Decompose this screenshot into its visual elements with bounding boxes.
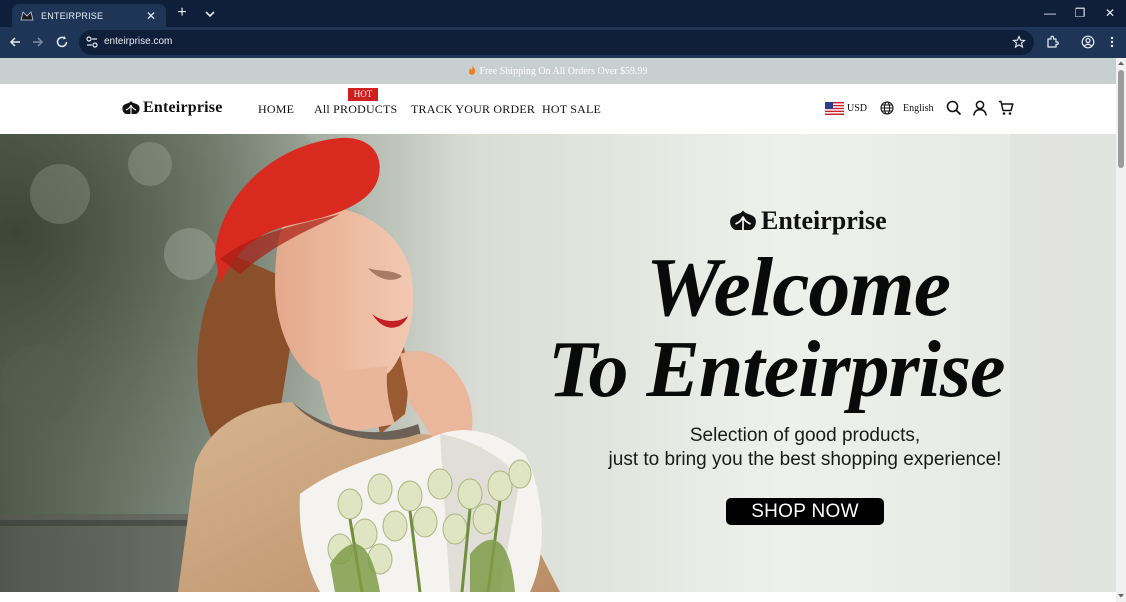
window-restore-button[interactable]: ❐ bbox=[1070, 4, 1090, 22]
hero-logo: Enteirprise bbox=[728, 206, 887, 236]
hero-tagline: Selection of good products, just to brin… bbox=[590, 424, 1020, 472]
announcement-bar: Free Shipping On All Orders Over $59.99 bbox=[0, 58, 1116, 84]
language-selector[interactable]: English bbox=[903, 103, 934, 114]
scroll-thumb[interactable] bbox=[1118, 70, 1124, 168]
shop-now-button[interactable]: SHOP NOW bbox=[726, 498, 884, 525]
site-logo[interactable]: Enteirprise bbox=[121, 99, 223, 117]
browser-tab-strip: ENTEIRPRISE ✕ + — ❐ ✕ bbox=[0, 0, 1126, 27]
forward-arrow-icon[interactable] bbox=[30, 34, 46, 50]
url-text[interactable]: enteirprise.com bbox=[104, 36, 172, 47]
account-icon[interactable] bbox=[972, 100, 988, 116]
site-info-icon[interactable] bbox=[85, 35, 99, 49]
hot-badge: HOT bbox=[348, 88, 378, 101]
globe-icon[interactable] bbox=[880, 101, 894, 115]
announcement-text: Free Shipping On All Orders Over $59.99 bbox=[468, 65, 648, 77]
hero-logo-text: Enteirprise bbox=[761, 206, 887, 235]
search-icon[interactable] bbox=[946, 100, 962, 116]
hero-logo-mark-icon bbox=[730, 210, 756, 230]
us-flag-icon[interactable] bbox=[825, 102, 844, 115]
tab-close-icon[interactable]: ✕ bbox=[144, 10, 158, 22]
browser-toolbar: enteirprise.com bbox=[0, 27, 1126, 58]
browser-menu-icon[interactable] bbox=[1104, 34, 1120, 50]
logo-text: Enteirprise bbox=[143, 99, 223, 116]
browser-tab[interactable]: ENTEIRPRISE ✕ bbox=[12, 4, 166, 27]
bookmark-star-icon[interactable] bbox=[1012, 35, 1026, 49]
profile-icon[interactable] bbox=[1080, 34, 1096, 50]
window-minimize-button[interactable]: — bbox=[1040, 4, 1060, 22]
hero-tagline-line1: Selection of good products, bbox=[689, 425, 921, 446]
site-header: Enteirprise HOME All PRODUCTS HOT TRACK … bbox=[0, 84, 1116, 134]
flame-icon bbox=[468, 65, 476, 75]
new-tab-button[interactable]: + bbox=[174, 5, 190, 21]
page-bottom-strip bbox=[0, 592, 1116, 602]
back-arrow-icon[interactable] bbox=[7, 34, 23, 50]
hero-headline-line2: To Enteirprise bbox=[548, 326, 1005, 414]
hero-banner: Enteirprise Welcome To Enteirprise Selec… bbox=[0, 134, 1116, 592]
scroll-up-arrow-icon[interactable] bbox=[1117, 60, 1125, 66]
reload-icon[interactable] bbox=[54, 34, 70, 50]
page-scrollbar[interactable] bbox=[1116, 58, 1126, 602]
tab-title: ENTEIRPRISE bbox=[41, 10, 104, 21]
logo-mark-icon bbox=[122, 101, 140, 114]
currency-selector[interactable]: USD bbox=[847, 103, 867, 114]
nav-hot-sale[interactable]: HOT SALE bbox=[542, 102, 601, 117]
nav-all-products[interactable]: All PRODUCTS bbox=[314, 102, 397, 117]
extensions-icon[interactable] bbox=[1044, 34, 1060, 50]
page-viewport: Free Shipping On All Orders Over $59.99 … bbox=[0, 58, 1116, 602]
nav-home[interactable]: HOME bbox=[258, 102, 294, 117]
address-bar[interactable]: enteirprise.com bbox=[79, 30, 1034, 55]
tab-search-chevron-icon[interactable] bbox=[203, 7, 217, 19]
tab-favicon-icon bbox=[20, 10, 34, 22]
scroll-down-arrow-icon[interactable] bbox=[1117, 593, 1125, 599]
announcement-text-label: Free Shipping On All Orders Over $59.99 bbox=[479, 66, 648, 77]
cart-icon[interactable] bbox=[998, 100, 1014, 116]
hero-tagline-line2: just to bring you the best shopping expe… bbox=[608, 449, 1002, 470]
nav-track-your-order[interactable]: TRACK YOUR ORDER bbox=[411, 102, 535, 117]
hero-headline-line1: Welcome bbox=[646, 241, 951, 334]
window-close-button[interactable]: ✕ bbox=[1100, 4, 1120, 22]
